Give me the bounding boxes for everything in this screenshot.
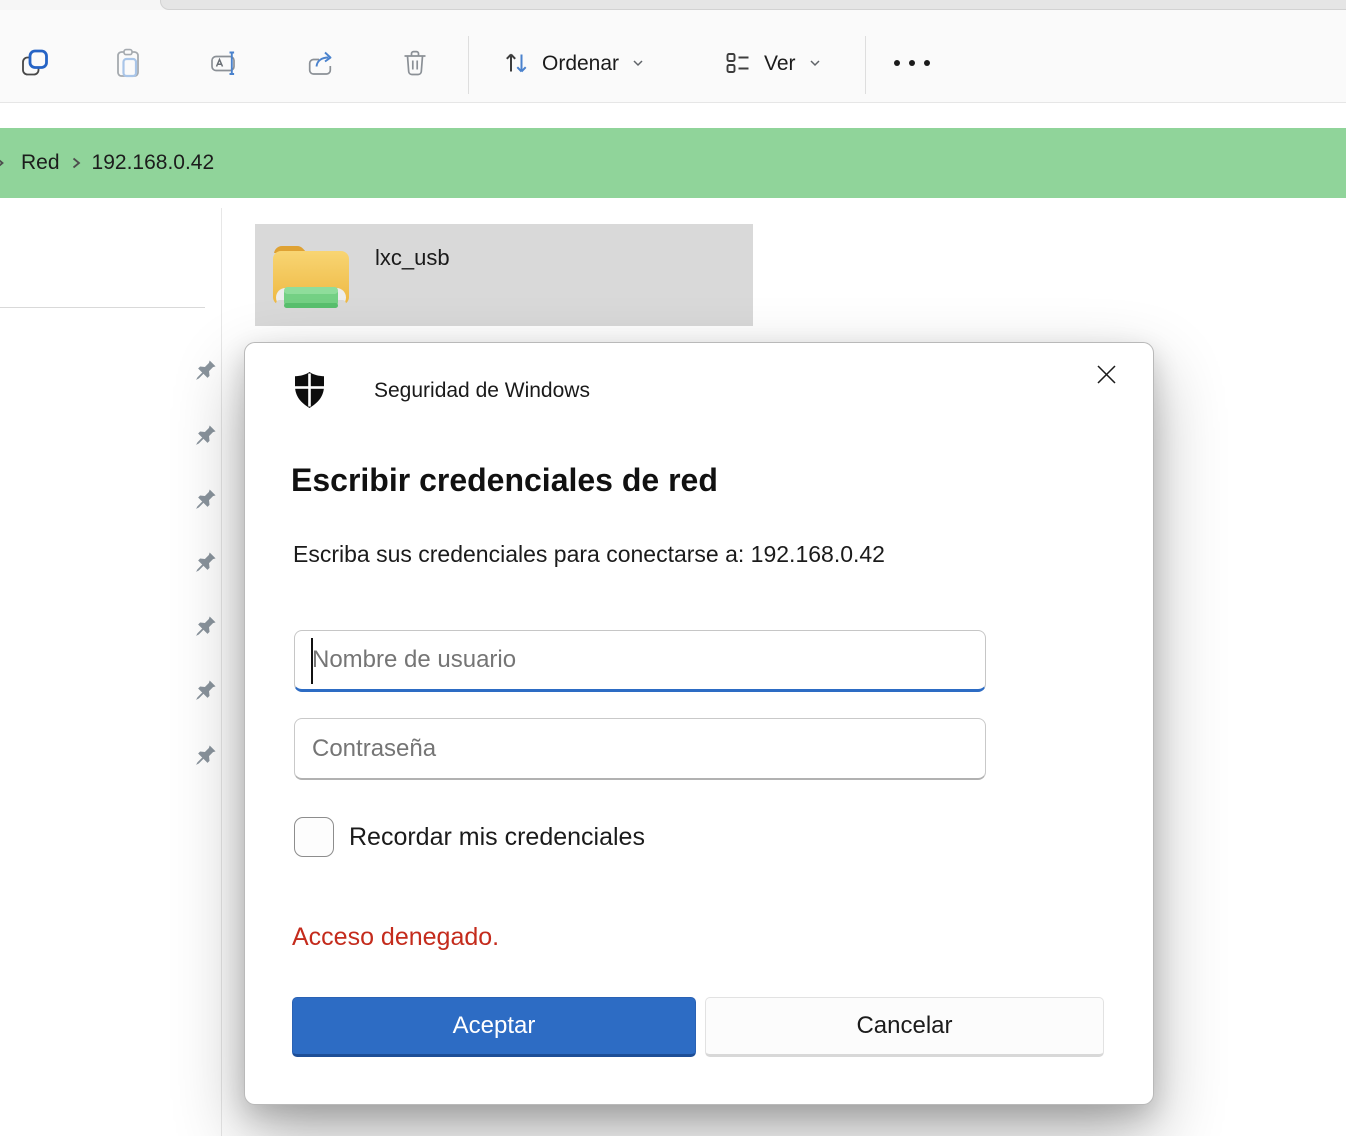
windows-security-shield-icon: [295, 372, 324, 408]
ok-button[interactable]: Aceptar: [292, 997, 696, 1057]
sort-label: Ordenar: [542, 52, 619, 76]
ellipsis-icon: [891, 57, 933, 72]
username-input[interactable]: [294, 630, 986, 692]
trash-icon: [399, 47, 431, 82]
paste-icon: [112, 47, 144, 82]
file-name-label: lxc_usb: [375, 245, 450, 271]
password-input[interactable]: [294, 718, 986, 780]
copy-button[interactable]: [13, 42, 57, 86]
pin-icon[interactable]: [191, 550, 218, 577]
toolbar-separator: [865, 36, 866, 94]
view-label: Ver: [764, 52, 796, 76]
folder-usb-icon: [268, 232, 354, 316]
windows-security-dialog: Seguridad de Windows Escribir credencial…: [244, 342, 1154, 1105]
remember-credentials-label: Recordar mis credenciales: [349, 823, 645, 852]
sidebar-section-divider: [0, 307, 205, 308]
pin-icon[interactable]: [191, 423, 218, 450]
explorer-toolbar: Ordenar Ver: [0, 10, 1346, 103]
breadcrumb-item-red[interactable]: Red: [21, 151, 60, 175]
error-message: Acceso denegado.: [292, 923, 499, 952]
address-bar[interactable]: Red 192.168.0.42: [0, 128, 1346, 198]
delete-button[interactable]: [393, 42, 437, 86]
rename-icon: [209, 47, 241, 82]
sidebar-divider: [221, 208, 222, 1136]
share-icon: [304, 47, 336, 82]
close-icon: [1093, 361, 1120, 391]
dialog-app-title: Seguridad de Windows: [374, 379, 590, 403]
share-button[interactable]: [298, 42, 342, 86]
breadcrumb-item-host[interactable]: 192.168.0.42: [92, 151, 215, 175]
view-icon: [724, 49, 752, 80]
pin-icon[interactable]: [191, 358, 218, 385]
paste-button[interactable]: [106, 42, 150, 86]
pin-icon[interactable]: [191, 614, 218, 641]
file-row-lxc-usb[interactable]: lxc_usb: [255, 224, 753, 326]
chevron-down-icon: [808, 56, 822, 73]
text-caret: [311, 638, 313, 684]
pin-icon[interactable]: [191, 678, 218, 705]
dialog-subtitle: Escriba sus credenciales para conectarse…: [293, 541, 885, 568]
view-dropdown-button[interactable]: Ver: [710, 40, 836, 88]
close-button[interactable]: [1083, 353, 1129, 399]
more-options-button[interactable]: [884, 50, 940, 78]
remember-credentials-checkbox[interactable]: [294, 817, 334, 857]
chevron-right-icon: [0, 155, 7, 171]
tab-strip: [0, 0, 1346, 10]
toolbar-separator: [468, 36, 469, 94]
copy-icon: [19, 47, 51, 82]
tab-remnant: [160, 0, 1346, 10]
rename-button[interactable]: [203, 42, 247, 86]
pin-icon[interactable]: [191, 743, 218, 770]
sort-icon: [502, 49, 530, 80]
chevron-down-icon: [631, 56, 645, 73]
dialog-title: Escribir credenciales de red: [291, 462, 718, 499]
chevron-right-icon: [69, 155, 83, 171]
sort-dropdown-button[interactable]: Ordenar: [488, 40, 659, 88]
cancel-button[interactable]: Cancelar: [705, 997, 1104, 1057]
pin-icon[interactable]: [191, 487, 218, 514]
